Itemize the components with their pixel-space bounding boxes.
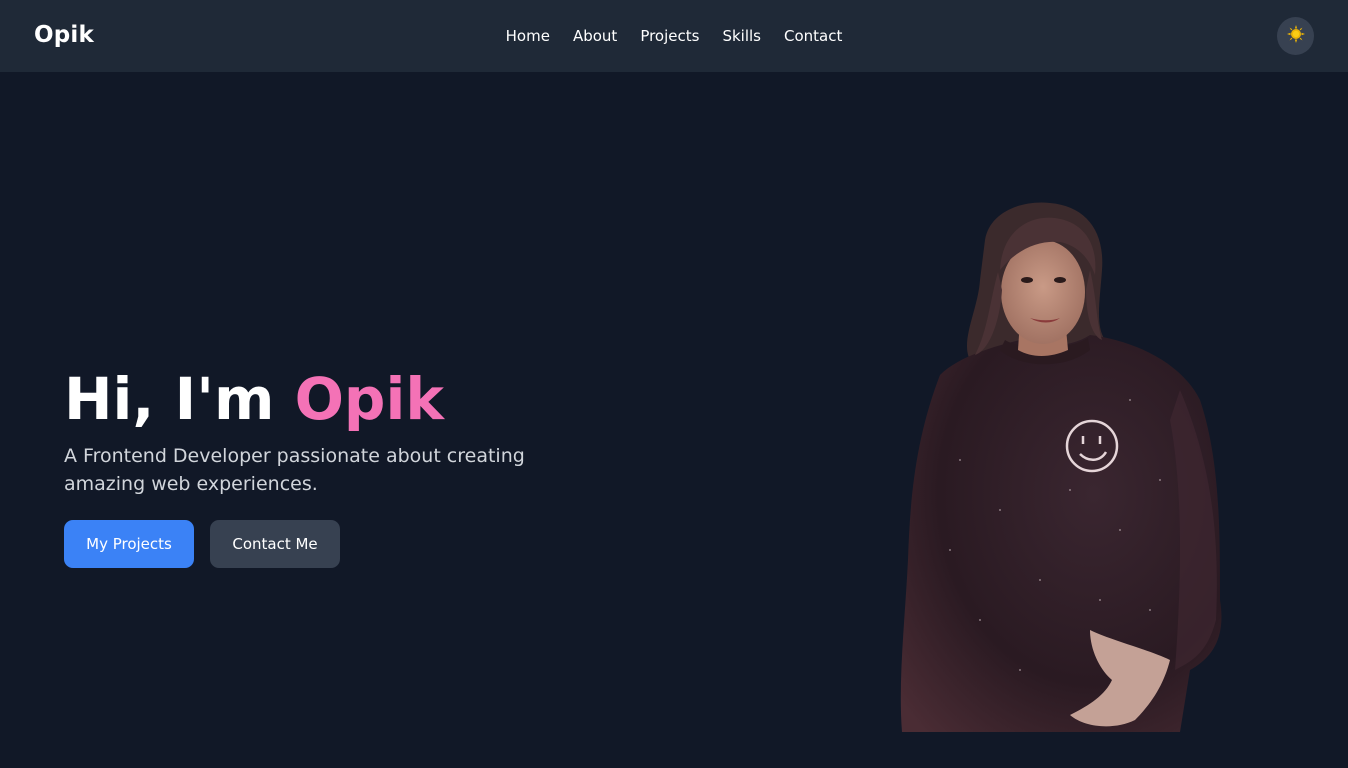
hero-greeting: Hi, I'm (64, 365, 295, 433)
hero-name: Opik (294, 365, 444, 433)
my-projects-button[interactable]: My Projects (64, 520, 194, 568)
nav-link-home[interactable]: Home (506, 26, 550, 46)
nav-link-skills[interactable]: Skills (722, 26, 761, 46)
hero-subtitle: A Frontend Developer passionate about cr… (64, 445, 525, 495)
hero-title: Hi, I'm Opik (64, 362, 444, 436)
nav-links: Home About Projects Skills Contact (0, 26, 1348, 46)
sun-icon (1286, 24, 1306, 48)
nav-link-contact[interactable]: Contact (784, 26, 842, 46)
navbar: Opik Home About Projects Skills Contact (0, 0, 1348, 72)
nav-link-projects[interactable]: Projects (640, 26, 699, 46)
nav-link-about[interactable]: About (573, 26, 617, 46)
contact-me-button[interactable]: Contact Me (210, 520, 340, 568)
profile-photo (890, 200, 1230, 735)
theme-toggle-button[interactable] (1277, 17, 1314, 55)
